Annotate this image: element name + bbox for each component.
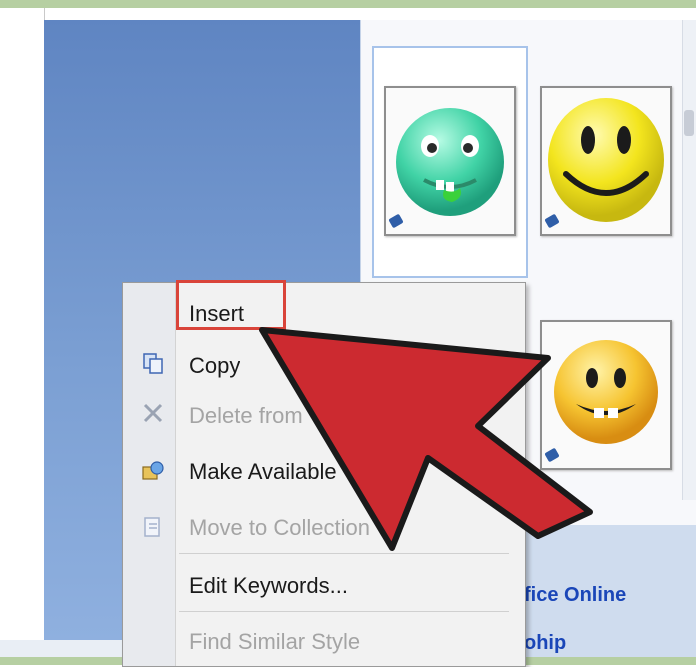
copy-icon [143,353,163,374]
menu-separator [179,553,509,554]
menu-item-copy[interactable]: Copy [189,353,240,379]
left-margin-panel [0,8,45,640]
menu-item-delete: Delete from [189,403,303,428]
make-available-icon [142,461,164,480]
orange-smiley-clip[interactable] [540,320,672,470]
menu-item-find-similar-style: Find Similar Style [189,629,361,654]
tips-link[interactable]: ohip [524,632,566,655]
menu-item-move-to-collection: Move to Collection [189,515,370,540]
clip-art-online-link[interactable]: fice Online [524,584,626,607]
gallery-scrollbar[interactable] [682,20,696,500]
gallery-scroll-thumb[interactable] [684,110,694,136]
delete-x-icon [143,403,163,423]
menu-item-edit-keywords[interactable]: Edit Keywords... [189,573,348,599]
insert-highlight-box [176,280,286,330]
menu-separator [179,611,509,612]
move-collection-icon [144,517,160,537]
orange-smiley-image [554,340,658,444]
window-top-border [0,0,696,8]
yellow-smiley-image [548,98,664,222]
yellow-smiley-clip[interactable] [540,86,672,236]
green-smiley-clip[interactable] [384,86,516,236]
context-menu: Insert Copy Delete from Make Available M… [122,282,526,667]
menu-item-make-available[interactable]: Make Available [189,459,337,485]
green-smiley-image [396,108,504,216]
